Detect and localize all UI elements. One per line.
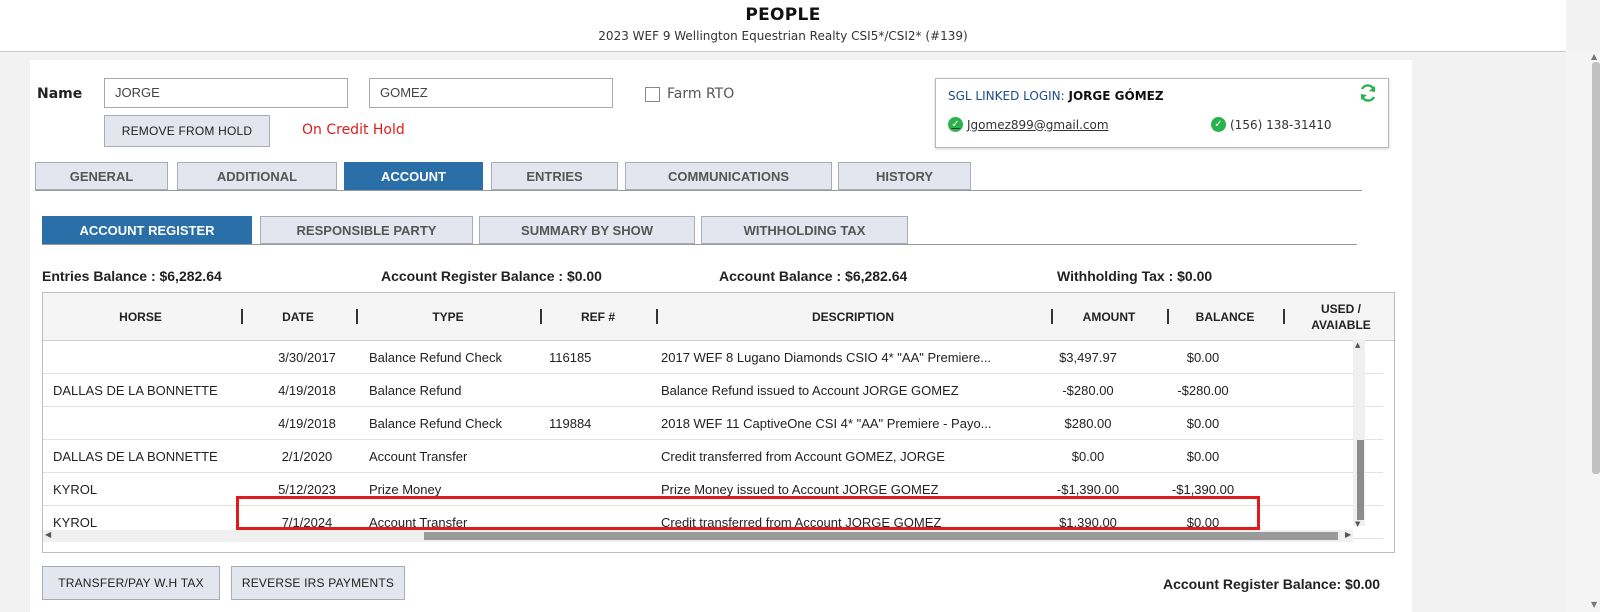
cell-amount: $0.00	[1071, 449, 1105, 464]
transfer-pay-wh-tax-button[interactable]: TRANSFER/PAY W.H TAX	[42, 566, 220, 600]
table-scroll-down-arrow[interactable]: ▼	[1355, 520, 1360, 528]
checkbox-box[interactable]	[645, 86, 660, 102]
linked-login-label: SGL LINKED LOGIN:	[948, 89, 1065, 103]
table-horizontal-scroll-thumb[interactable]	[424, 532, 1338, 540]
refresh-icon[interactable]	[1358, 83, 1378, 103]
col-description[interactable]: DESCRIPTION	[658, 293, 1048, 341]
cell-horse	[53, 341, 253, 374]
cell-horse: DALLAS DE LA BONNETTE	[53, 449, 218, 464]
credit-hold-status: On Credit Hold	[302, 122, 405, 138]
linked-login-title: SGL LINKED LOGIN: JORGE GÓMEZ	[948, 89, 1164, 103]
linked-email[interactable]: ✓ Jgomez899@gmail.com	[948, 117, 1109, 132]
col-horse[interactable]: HORSE	[43, 293, 238, 341]
subtab-responsible-party[interactable]: RESPONSIBLE PARTY	[260, 216, 473, 244]
cell-description: Balance Refund issued to Account JORGE G…	[661, 383, 959, 398]
page-title: PEOPLE	[745, 5, 821, 25]
cell-ref	[549, 374, 649, 407]
phone-text: (156) 138-31410	[1230, 117, 1332, 132]
subtabs-divider	[42, 244, 1357, 245]
table-header: HORSE DATE TYPE REF # DESCRIPTION AMOUNT…	[43, 293, 1394, 341]
cell-type: Balance Refund Check	[369, 416, 502, 431]
tab-additional[interactable]: ADDITIONAL	[177, 162, 337, 190]
cell-date: 2/1/2020	[281, 449, 333, 464]
col-used-available[interactable]: USED / AVAIABLE	[1287, 293, 1394, 341]
col-balance[interactable]: BALANCE	[1169, 293, 1281, 341]
cell-description: Credit transferred from Account GOMEZ, J…	[661, 449, 945, 464]
account-register-balance: Account Register Balance : $0.00	[381, 268, 602, 284]
cell-date: 4/19/2018	[278, 416, 336, 431]
cell-ref: 119884	[549, 416, 592, 431]
remove-from-hold-button[interactable]: REMOVE FROM HOLD	[104, 115, 270, 147]
check-circle-icon: ✓	[948, 117, 963, 132]
cell-balance: -$280.00	[1177, 383, 1229, 398]
show-subtitle: 2023 WEF 9 Wellington Equestrian Realty …	[598, 29, 968, 43]
cell-balance: $0.00	[1186, 416, 1220, 431]
cell-horse: KYROL	[53, 482, 98, 497]
tab-history[interactable]: HISTORY	[838, 162, 971, 190]
table-row[interactable]: DALLAS DE LA BONNETTE 2/1/2020 Account T…	[43, 440, 1383, 473]
table-scroll-up-arrow[interactable]: ▲	[1355, 341, 1360, 349]
page-scroll-down-arrow[interactable]: ▼	[1591, 600, 1597, 609]
tab-communications[interactable]: COMMUNICATIONS	[625, 162, 832, 190]
cell-balance: $0.00	[1186, 350, 1220, 365]
footer-register-balance: Account Register Balance: $0.00	[1163, 576, 1381, 592]
table-row[interactable]: 3/30/2017 Balance Refund Check 116185 20…	[43, 341, 1383, 374]
cell-date: 4/19/2018	[278, 383, 336, 398]
tab-account[interactable]: ACCOUNT	[344, 162, 483, 190]
cell-ref: 116185	[549, 350, 592, 365]
cell-description: 2018 WEF 11 CaptiveOne CSI 4* "AA" Premi…	[661, 416, 992, 431]
last-name-field[interactable]: GOMEZ	[369, 78, 613, 108]
check-circle-icon: ✓	[1211, 117, 1226, 132]
linked-login-card: SGL LINKED LOGIN: JORGE GÓMEZ ✓ Jgomez89…	[935, 78, 1389, 148]
cell-amount: -$280.00	[1062, 383, 1114, 398]
col-ref[interactable]: REF #	[543, 293, 653, 341]
reverse-irs-payments-button[interactable]: REVERSE IRS PAYMENTS	[231, 566, 405, 600]
subtab-account-register[interactable]: ACCOUNT REGISTER	[42, 216, 252, 244]
farm-rto-checkbox[interactable]: Farm RTO	[645, 86, 734, 102]
col-resize-handle[interactable]	[1283, 309, 1285, 324]
linked-login-name: JORGE GÓMEZ	[1068, 89, 1164, 103]
page-scroll-thumb[interactable]	[1592, 62, 1600, 474]
cell-type: Account Transfer	[369, 449, 468, 464]
subtab-withholding-tax[interactable]: WITHHOLDING TAX	[701, 216, 908, 244]
withholding-tax-balance: Withholding Tax : $0.00	[1057, 268, 1213, 284]
entries-balance: Entries Balance : $6,282.64	[42, 268, 222, 284]
col-type[interactable]: TYPE	[358, 293, 538, 341]
linked-phone: ✓ (156) 138-31410	[1211, 117, 1332, 132]
name-label: Name	[37, 86, 83, 102]
cell-amount: $3,497.97	[1059, 350, 1117, 365]
account-balance: Account Balance : $6,282.64	[719, 268, 908, 284]
email-text[interactable]: Jgomez899@gmail.com	[967, 118, 1109, 132]
cell-amount: $280.00	[1064, 416, 1112, 431]
col-resize-handle[interactable]	[540, 309, 542, 324]
page-header: PEOPLE 2023 WEF 9 Wellington Equestrian …	[0, 0, 1566, 52]
cell-description: 2017 WEF 8 Lugano Diamonds CSIO 4* "AA" …	[661, 350, 992, 365]
tabs-divider	[35, 190, 1362, 191]
cell-horse	[53, 407, 253, 440]
cell-ref	[549, 440, 649, 473]
cell-type: Balance Refund	[369, 383, 462, 398]
table-scroll-right-arrow[interactable]: ▶	[1345, 530, 1351, 539]
subtab-summary-by-show[interactable]: SUMMARY BY SHOW	[479, 216, 695, 244]
tab-general[interactable]: GENERAL	[35, 162, 168, 190]
cell-balance: $0.00	[1186, 449, 1220, 464]
table-scroll-left-arrow[interactable]: ◀	[45, 530, 51, 539]
cell-type: Balance Refund Check	[369, 350, 502, 365]
cell-date: 3/30/2017	[278, 350, 336, 365]
col-date[interactable]: DATE	[243, 293, 353, 341]
cell-horse: DALLAS DE LA BONNETTE	[53, 383, 218, 398]
table-row[interactable]: 4/19/2018 Balance Refund Check 119884 20…	[43, 407, 1383, 440]
col-amount[interactable]: AMOUNT	[1053, 293, 1165, 341]
first-name-field[interactable]: JORGE	[104, 78, 348, 108]
farm-rto-label: Farm RTO	[667, 86, 735, 102]
table-vertical-scroll-thumb[interactable]	[1357, 440, 1364, 520]
tab-entries[interactable]: ENTRIES	[491, 162, 618, 190]
page-scroll-up-arrow[interactable]: ▲	[1591, 52, 1597, 61]
highlight-annotation	[236, 496, 1260, 530]
table-row[interactable]: DALLAS DE LA BONNETTE 4/19/2018 Balance …	[43, 374, 1383, 407]
